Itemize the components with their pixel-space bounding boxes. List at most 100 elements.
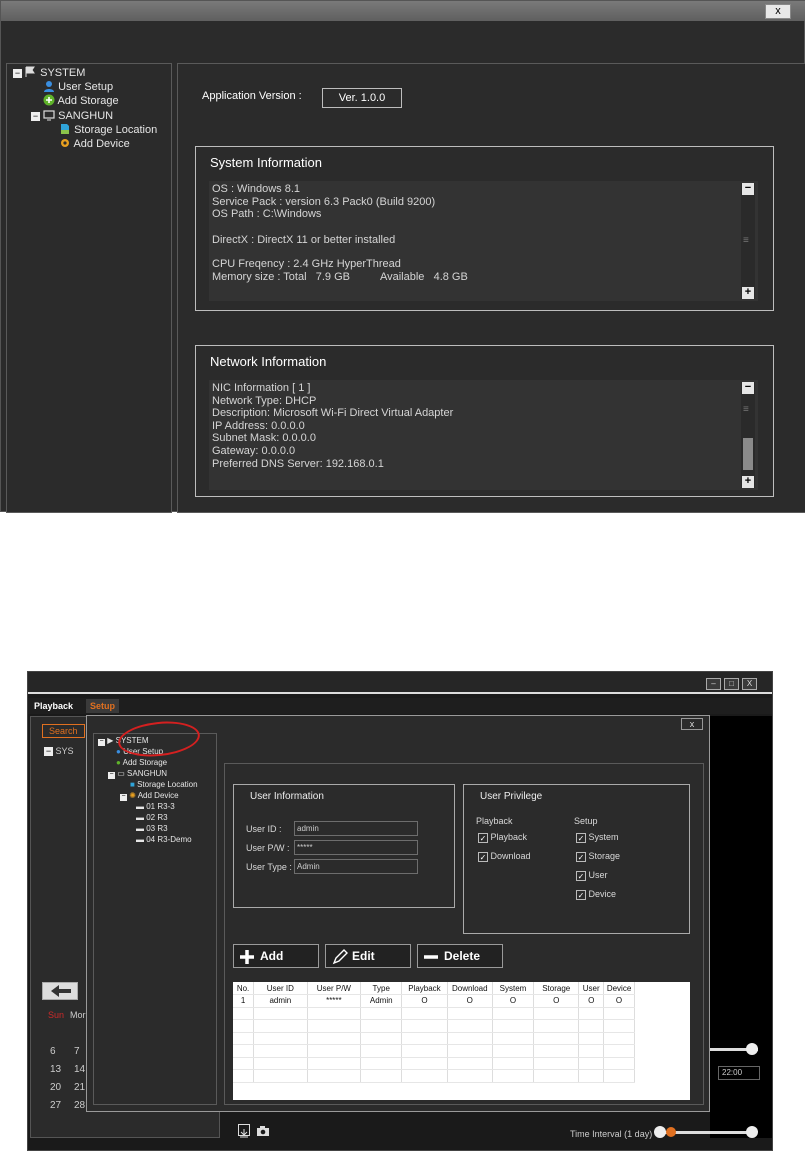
table-header-cell (401, 1069, 448, 1083)
privilege-label: System (586, 832, 619, 842)
table-header-cell (533, 1032, 580, 1045)
close-button[interactable]: x (765, 4, 791, 19)
tree-item-add-device[interactable]: − ✺ Add Device (120, 791, 179, 801)
table-header-cell (533, 1057, 580, 1070)
arrow-left-icon (51, 985, 71, 997)
scroll-down-button[interactable]: + (742, 476, 754, 488)
calendar-day[interactable]: 6 (50, 1046, 56, 1057)
tree-item-site[interactable]: − ▭ SANGHUN (108, 769, 167, 779)
tab-setup[interactable]: Setup (86, 699, 120, 713)
tree-item-add-storage[interactable]: Add Storage (43, 94, 119, 107)
tab-playback[interactable]: Playback (34, 701, 73, 711)
add-button[interactable]: Add (233, 944, 319, 968)
search-button[interactable]: Search (42, 724, 85, 738)
checkbox-checked-icon[interactable]: ✓ (576, 833, 586, 843)
privilege-checkbox-playback[interactable]: ✓ Playback (478, 832, 527, 843)
checkbox-checked-icon[interactable]: ✓ (576, 871, 586, 881)
collapse-icon[interactable]: − (13, 69, 22, 78)
tree-item-add-device[interactable]: Add Device (59, 137, 130, 150)
privilege-label: Storage (586, 851, 621, 861)
collapse-icon[interactable]: − (31, 112, 40, 121)
zoom-slider-knob[interactable] (746, 1043, 758, 1055)
user-info-title: User Information (250, 791, 324, 802)
calendar-day[interactable]: 20 (50, 1082, 61, 1093)
user-table: No. User ID User P/W Type Playback Download Sy… (233, 982, 690, 1100)
privilege-checkbox-storage[interactable]: ✓ Storage (576, 851, 620, 862)
tree-item-device[interactable]: ▬ 01 R3-3 (136, 802, 175, 811)
privilege-checkbox-user[interactable]: ✓ User (576, 870, 608, 881)
checkbox-checked-icon[interactable]: ✓ (576, 852, 586, 862)
checkbox-checked-icon[interactable]: ✓ (576, 890, 586, 900)
camera-icon[interactable] (256, 1124, 270, 1136)
privilege-checkbox-download[interactable]: ✓ Download (478, 851, 531, 862)
checkbox-checked-icon[interactable]: ✓ (478, 833, 488, 843)
table-header-cell (533, 1069, 580, 1083)
table-header-cell (401, 1032, 448, 1045)
calendar-day[interactable]: 27 (50, 1100, 61, 1111)
calendar-day[interactable]: 21 (74, 1082, 85, 1093)
table-cell: 1 (233, 994, 255, 1008)
table-empty-row (233, 1057, 635, 1070)
table-header-cell (307, 1007, 362, 1020)
table-header-cell: Storage (533, 982, 580, 995)
tree-item-device[interactable]: ▬ 02 R3 (136, 813, 168, 822)
tree-item-storage-location[interactable]: ■ Storage Location (130, 780, 198, 789)
user-pw-label: User P/W : (246, 843, 290, 853)
time-interval-knob-start[interactable] (654, 1126, 666, 1138)
dialog-tree-panel: − ▶ SYSTEM ● User Setup ● Add Storage − … (93, 717, 217, 1105)
maximize-button[interactable]: □ (724, 678, 739, 690)
checkbox-checked-icon[interactable]: ✓ (478, 852, 488, 862)
scroll-thumb[interactable] (743, 438, 753, 470)
prev-month-button[interactable] (42, 982, 78, 1000)
calendar-day[interactable]: 14 (74, 1064, 85, 1075)
user-pw-input[interactable]: ***** (294, 840, 418, 855)
tree-item-system[interactable]: − SYSTEM (13, 66, 85, 79)
table-header-cell: User P/W (307, 982, 362, 995)
scroll-down-button[interactable]: + (742, 287, 754, 299)
table-header-cell (253, 1032, 308, 1045)
tree-item-user-setup[interactable]: User Setup (43, 80, 113, 93)
setup-tree-panel: − SYSTEM User Setup Add Storage − SANGHU… (6, 63, 172, 513)
tree-item-site[interactable]: − SANGHUN (31, 109, 113, 122)
close-button[interactable]: X (742, 678, 757, 690)
network-info-scrollbar[interactable]: − ≡ + (741, 382, 755, 488)
calendar-day[interactable]: 13 (50, 1064, 61, 1075)
table-header-cell (401, 1007, 448, 1020)
table-header-cell (360, 1019, 403, 1033)
table-header-cell: Playback (401, 982, 448, 995)
delete-button[interactable]: Delete (417, 944, 503, 968)
privilege-checkbox-system[interactable]: ✓ System (576, 832, 619, 843)
download-icon[interactable] (238, 1124, 250, 1138)
tree-item-device[interactable]: ▬ 03 R3 (136, 824, 168, 833)
tab-bar (28, 698, 772, 714)
time-interval-knob-end[interactable] (746, 1126, 758, 1138)
setup-dialog: x − ▶ SYSTEM ● User Setup ● Add Storage … (86, 715, 710, 1112)
user-id-input[interactable]: admin (294, 821, 418, 836)
calendar-day[interactable]: 7 (74, 1046, 80, 1057)
table-header-cell (447, 1032, 493, 1045)
calendar-day[interactable]: 28 (74, 1100, 85, 1111)
app-title-bar (28, 672, 772, 694)
table-header-cell (401, 1044, 448, 1058)
edit-button[interactable]: Edit (325, 944, 411, 968)
table-empty-row (233, 1044, 635, 1058)
tree-item-add-storage[interactable]: ● Add Storage (116, 758, 167, 767)
scroll-up-button[interactable]: − (742, 183, 754, 195)
time-label: 22:00 (718, 1066, 760, 1080)
table-cell: O (447, 994, 493, 1008)
minimize-button[interactable]: – (706, 678, 721, 690)
system-info-scrollbar[interactable]: − ≡ + (741, 183, 755, 299)
minus-icon (424, 955, 438, 959)
tree-item-storage-location[interactable]: Storage Location (59, 123, 157, 136)
table-header-cell (603, 1007, 635, 1020)
table-header-cell (401, 1057, 448, 1070)
table-header-cell (233, 1032, 255, 1045)
scroll-up-button[interactable]: − (742, 382, 754, 394)
tree-item-device[interactable]: ▬ 04 R3-Demo (136, 835, 192, 844)
dialog-close-button[interactable]: x (681, 718, 703, 730)
user-type-input[interactable]: Admin (294, 859, 418, 874)
table-row[interactable]: 1 admin ***** Admin O O O O O O (233, 994, 635, 1008)
network-info-group: Network Information NIC Information [ 1 … (195, 345, 774, 497)
user-setup-window: – □ X Playback Setup Search − SYS Sun Mo… (27, 671, 773, 1151)
privilege-checkbox-device[interactable]: ✓ Device (576, 889, 616, 900)
